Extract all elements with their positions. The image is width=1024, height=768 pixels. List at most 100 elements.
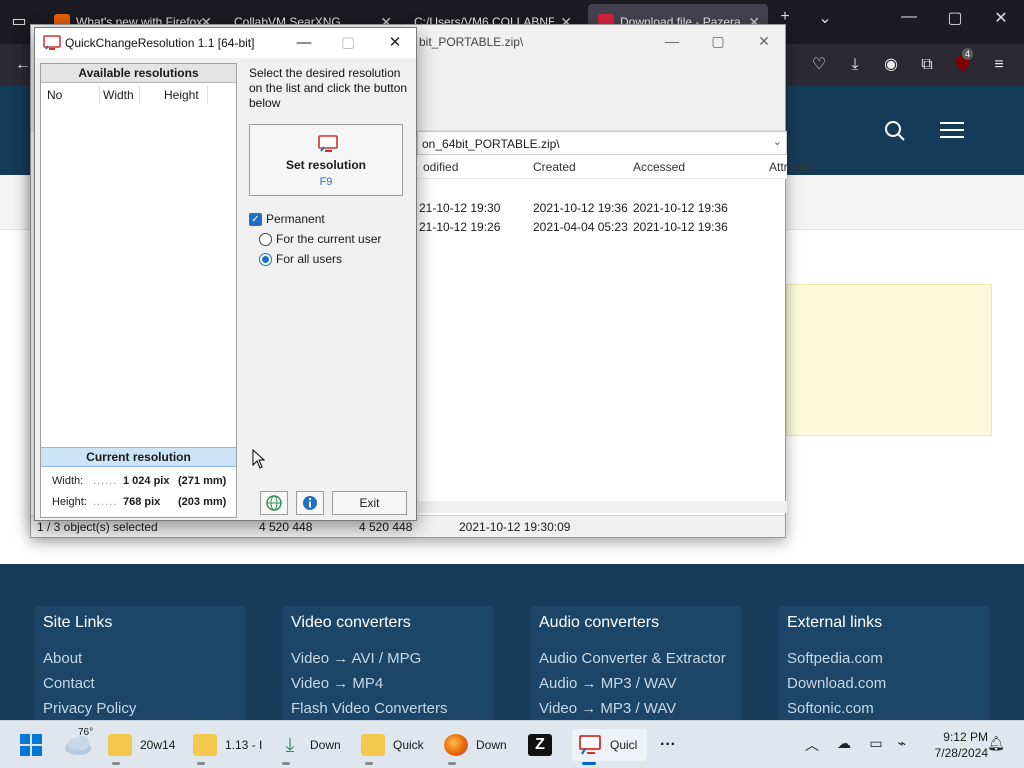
extension-badge: 4 — [962, 48, 974, 60]
site-search-icon[interactable] — [884, 120, 906, 142]
taskbar-item-folder-113[interactable]: 1.13 - I — [193, 729, 262, 765]
about-info-button[interactable] — [296, 491, 324, 515]
downloads-icon[interactable]: ⤓ — [844, 54, 866, 76]
download-icon: ⤓ — [285, 734, 295, 756]
set-resolution-button[interactable]: Set resolution F9 — [249, 124, 403, 196]
checkmark-icon: ✓ — [249, 212, 262, 226]
leader-dots: ...... — [93, 496, 118, 508]
explorer-close-button[interactable]: ✕ — [749, 33, 779, 50]
column-header-height[interactable]: Height — [164, 88, 199, 102]
footer-link-contact[interactable]: Contact — [43, 675, 237, 692]
qcr-close-button[interactable]: ✕ — [378, 32, 412, 54]
footer-heading: Video converters — [291, 614, 411, 631]
exit-button[interactable]: Exit — [332, 491, 407, 515]
horizontal-scrollbar[interactable] — [417, 501, 787, 513]
browser-minimize-button[interactable]: — — [894, 8, 924, 26]
display-icon[interactable]: ▭ — [866, 735, 886, 755]
site-footer: Site Links About Contact Privacy Policy … — [0, 564, 1024, 726]
site-notice-box — [786, 284, 992, 436]
status-date: 2021-10-12 19:30:09 — [459, 520, 571, 534]
folder-icon — [361, 734, 385, 756]
footer-link[interactable]: Flash Video Converters — [291, 700, 485, 717]
taskbar-label: Down — [310, 738, 341, 752]
leader-dots: ...... — [93, 475, 118, 487]
footer-column-site-links: Site Links About Contact Privacy Policy — [35, 606, 245, 726]
windows-taskbar: 76° 20w14 1.13 - I ⤓ Down Quick Down Z Q… — [0, 720, 1024, 768]
taskbar-label: Down — [476, 738, 507, 752]
cell-accessed: 2021-10-12 19:36 — [633, 201, 728, 215]
status-packed-size: 4 520 448 — [359, 520, 413, 534]
tab-list-chevron-icon[interactable]: ⌄ — [810, 8, 840, 28]
tray-overflow-chevron-icon[interactable]: ︿ — [802, 735, 822, 755]
column-header-created[interactable]: Created — [533, 160, 576, 174]
column-header-width[interactable]: Width — [103, 88, 134, 102]
current-resolution-header: Current resolution — [41, 447, 236, 467]
taskbar-item-downloads[interactable]: ⤓ Down — [278, 729, 341, 765]
table-row[interactable]: 21-10-12 19:26 2021-04-04 05:23 2021-10-… — [417, 218, 787, 236]
column-header-no[interactable]: No — [47, 88, 62, 102]
footer-link[interactable]: Video → AVI / MPG — [291, 650, 485, 667]
radio-current-user[interactable]: For the current user — [259, 232, 381, 246]
qcr-titlebar: QuickChangeResolution 1.1 [64-bit] — ▢ ✕ — [35, 28, 416, 58]
pocket-icon[interactable]: ♡ — [808, 54, 830, 76]
notification-bell-icon[interactable]: 🔔︎ — [986, 735, 1006, 755]
column-divider — [207, 86, 208, 104]
site-menu-icon[interactable] — [940, 120, 964, 140]
taskbar-item-folder-20w14[interactable]: 20w14 — [108, 729, 176, 765]
qcr-minimize-button[interactable]: — — [287, 32, 321, 54]
footer-link-privacy[interactable]: Privacy Policy — [43, 700, 237, 717]
explorer-address-bar[interactable]: on_64bit_PORTABLE.zip\ ⌄ — [417, 131, 787, 155]
taskbar-more-button[interactable]: ··· — [660, 729, 676, 761]
column-header-accessed[interactable]: Accessed — [633, 160, 685, 174]
width-mm: (271 mm) — [178, 475, 227, 487]
taskbar-item-folder-quick[interactable]: Quick — [361, 729, 424, 765]
menu-hamburger-icon[interactable]: ≡ — [988, 54, 1010, 76]
column-header-modified[interactable]: odified — [423, 160, 458, 174]
tab-overview-icon[interactable]: ▭ — [8, 11, 30, 33]
current-height-row: Height: ...... 768 pix (203 mm) — [41, 494, 236, 512]
taskbar-item-quickchangeresolution[interactable]: Quicl — [572, 729, 648, 765]
taskbar-label: 20w14 — [140, 738, 176, 752]
browser-maximize-button[interactable]: ▢ — [940, 8, 970, 28]
account-icon[interactable]: ◉ — [880, 54, 902, 76]
footer-link[interactable]: Softonic.com — [787, 700, 981, 717]
qcr-title: QuickChangeResolution 1.1 [64-bit] — [65, 36, 255, 50]
instructions-text: Select the desired resolution on the lis… — [249, 66, 408, 110]
browser-close-button[interactable]: ✕ — [986, 8, 1016, 28]
footer-link[interactable]: Video → MP3 / WAV — [539, 700, 733, 717]
explorer-maximize-button[interactable]: ▢ — [703, 33, 733, 50]
taskbar-clock[interactable]: 9:12 PM 7/28/2024 — [918, 729, 988, 761]
quickchangeresolution-window: QuickChangeResolution 1.1 [64-bit] — ▢ ✕… — [34, 27, 417, 521]
permanent-checkbox[interactable]: ✓ Permanent — [249, 212, 325, 226]
resolution-list[interactable] — [41, 108, 236, 446]
footer-link[interactable]: Audio → MP3 / WAV — [539, 675, 733, 692]
explorer-minimize-button[interactable]: — — [657, 33, 687, 49]
weather-widget[interactable]: 76° — [62, 727, 94, 761]
radio-button-selected — [259, 252, 272, 266]
footer-link[interactable]: Audio Converter & Extractor — [539, 650, 733, 667]
column-divider — [99, 86, 100, 104]
network-icon[interactable]: ⌁ — [892, 735, 912, 755]
extensions-icon[interactable]: ⧉ — [916, 54, 938, 76]
clock-time: 9:12 PM — [943, 730, 988, 744]
taskbar-item-z-app[interactable]: Z — [528, 729, 560, 761]
running-indicator — [197, 762, 205, 765]
column-header-attributes[interactable]: Attribute — [769, 160, 814, 174]
ublock-icon[interactable]: 4 — [952, 48, 974, 76]
cloud-offline-icon[interactable]: ☁ — [834, 735, 854, 755]
footer-link[interactable]: Download.com — [787, 675, 981, 692]
footer-link[interactable]: Video → MP4 — [291, 675, 485, 692]
radio-all-users[interactable]: For all users — [259, 252, 342, 266]
info-icon — [303, 496, 317, 510]
windows-start-icon[interactable] — [20, 734, 42, 756]
footer-link-about[interactable]: About — [43, 650, 237, 667]
website-globe-button[interactable] — [260, 491, 288, 515]
taskbar-item-firefox[interactable]: Down — [444, 729, 507, 765]
clock-date: 7/28/2024 — [934, 746, 988, 760]
footer-heading: Site Links — [43, 614, 113, 631]
footer-link[interactable]: Softpedia.com — [787, 650, 981, 667]
radio-label: For the current user — [276, 232, 382, 246]
permanent-label: Permanent — [266, 212, 325, 226]
table-row[interactable]: 21-10-12 19:30 2021-10-12 19:36 2021-10-… — [417, 199, 787, 217]
chevron-down-icon[interactable]: ⌄ — [773, 135, 782, 148]
